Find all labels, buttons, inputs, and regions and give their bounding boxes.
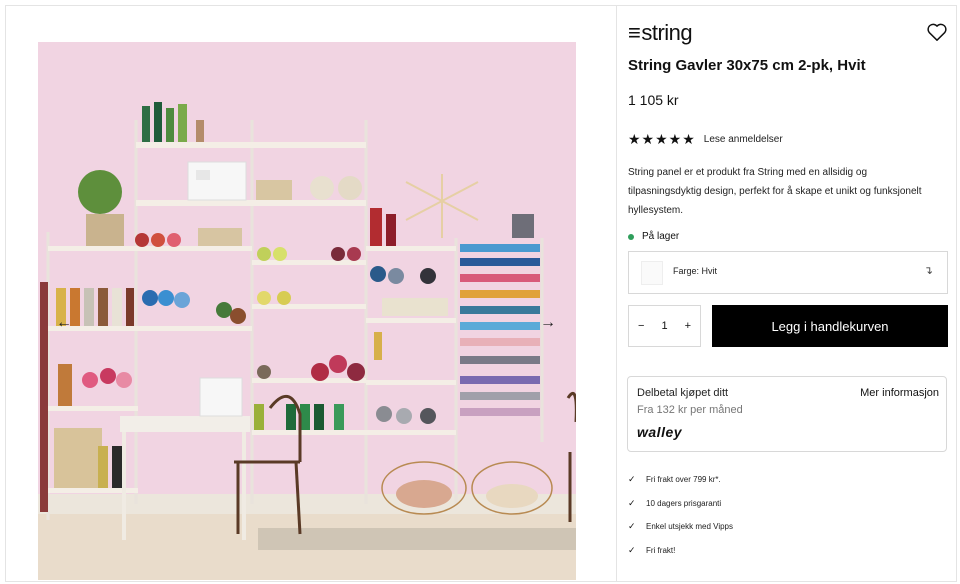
financing-subtitle: Fra 132 kr per måned [637,404,743,416]
check-icon: ✓ [628,521,636,532]
brand-logo[interactable]: ≡string [628,20,693,46]
product-price: 1 105 kr [628,92,679,108]
usp-item: ✓ Fri frakt over 799 kr*. [628,474,721,485]
wishlist-heart-icon[interactable] [926,22,948,42]
stock-status: På lager [628,231,679,242]
quantity-plus-button[interactable]: + [685,320,691,332]
color-swatch [641,261,663,285]
product-image [38,42,576,580]
panel-divider [616,5,617,582]
brand-name: string [641,20,693,45]
financing-title: Delbetal kjøpet ditt [637,387,729,399]
walley-logo: walley [637,424,683,440]
financing-box: Delbetal kjøpet ditt Fra 132 kr per måne… [627,376,947,452]
chevron-down-icon: ↴ [923,265,933,277]
product-title: String Gavler 30x75 cm 2-pk, Hvit [628,57,866,74]
quantity-stepper: − 1 + [628,305,701,347]
color-select-label: Farge: Hvit [673,266,718,276]
gallery-next-arrow-icon[interactable]: → [540,312,556,334]
check-icon: ✓ [628,544,636,555]
financing-more-info-link[interactable]: Mer informasjon [860,387,939,399]
check-icon: ✓ [628,497,636,508]
quantity-minus-button[interactable]: − [638,320,644,332]
add-to-cart-button[interactable]: Legg i handlekurven [712,305,948,347]
usp-item: ✓ Enkel utsjekk med Vipps [628,521,734,532]
rating-stars-icon: ★★★★★ [628,131,696,147]
in-stock-dot-icon [628,233,634,240]
product-photo-illustration [38,42,576,580]
product-description: String panel er et produkt fra String me… [628,167,922,216]
usp-item: ✓ Fri frakt! [628,544,676,555]
read-reviews-link[interactable]: Lese anmeldelser [704,134,783,145]
usp-list: ✓ Fri frakt over 799 kr*. ✓ 10 dagers pris… [628,468,733,562]
check-icon: ✓ [628,474,636,485]
stock-label: På lager [642,231,680,242]
quantity-input[interactable]: 1 [661,320,667,332]
gallery-prev-arrow-icon[interactable]: ← [56,312,72,334]
color-select[interactable]: Farge: Hvit ↴ [628,251,948,294]
product-rating: ★★★★★ Lese anmeldelser [628,131,783,148]
string-logo-icon: ≡ [628,20,641,45]
usp-item: ✓ 10 dagers prisgaranti [628,497,722,508]
